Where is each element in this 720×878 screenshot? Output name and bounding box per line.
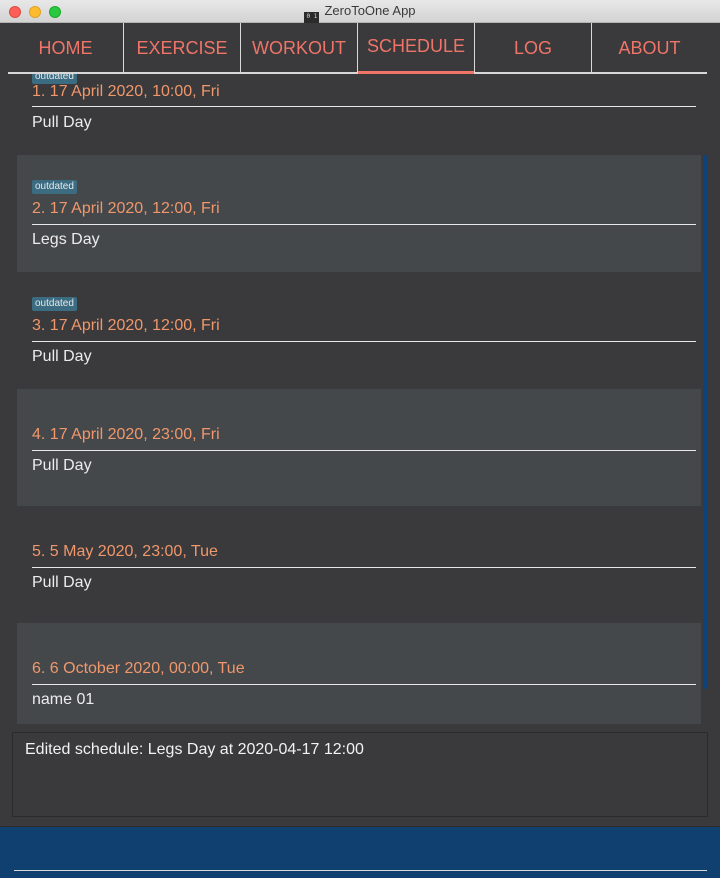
schedule-title: 6. 6 October 2020, 00:00, Tue <box>32 660 245 677</box>
schedule-title: 1. 17 April 2020, 10:00, Fri <box>32 83 220 100</box>
window-title: ZeroToOne App <box>324 3 416 18</box>
tab-exercise[interactable]: EXERCISE <box>123 23 240 72</box>
schedule-title: 4. 17 April 2020, 23:00, Fri <box>32 426 220 443</box>
tab-about[interactable]: ABOUT <box>591 23 707 72</box>
schedule-workout-name: Pull Day <box>32 457 92 474</box>
schedule-card[interactable]: outdated 1. 17 April 2020, 10:00, Fri Pu… <box>17 74 701 155</box>
result-message: Edited schedule: Legs Day at 2020-04-17 … <box>25 741 364 758</box>
outdated-badge: outdated <box>32 297 77 311</box>
command-input[interactable] <box>14 835 707 871</box>
tab-about-label: ABOUT <box>618 38 681 58</box>
outdated-badge: outdated <box>32 180 77 194</box>
title-divider <box>32 450 696 451</box>
app-window: HOME EXERCISE WORKOUT SCHEDULE LOG ABOUT… <box>0 23 720 878</box>
list-scrollbar[interactable] <box>703 155 707 689</box>
schedule-card[interactable]: 4. 17 April 2020, 23:00, Fri Pull Day <box>17 389 701 506</box>
title-bar: 0 1 ZeroToOne App <box>0 0 720 27</box>
title-divider <box>32 567 696 568</box>
schedule-card[interactable]: 6. 6 October 2020, 00:00, Tue name 01 <box>17 623 701 724</box>
schedule-title: 5. 5 May 2020, 23:00, Tue <box>32 543 218 560</box>
tab-workout[interactable]: WORKOUT <box>240 23 357 72</box>
schedule-workout-name: Legs Day <box>32 231 100 248</box>
tab-log-label: LOG <box>513 38 552 58</box>
schedule-title: 2. 17 April 2020, 12:00, Fri <box>32 200 220 217</box>
command-bar <box>0 826 720 878</box>
schedule-list[interactable]: outdated 1. 17 April 2020, 10:00, Fri Pu… <box>17 74 701 724</box>
title-divider <box>32 106 696 107</box>
schedule-card[interactable]: outdated 3. 17 April 2020, 12:00, Fri Pu… <box>17 272 701 389</box>
schedule-workout-name: Pull Day <box>32 348 92 365</box>
tab-home-label: HOME <box>38 38 93 58</box>
schedule-workout-name: Pull Day <box>32 114 92 131</box>
schedule-card[interactable]: outdated 2. 17 April 2020, 12:00, Fri Le… <box>17 155 701 272</box>
tab-bar: HOME EXERCISE WORKOUT SCHEDULE LOG ABOUT <box>8 23 707 74</box>
schedule-title: 3. 17 April 2020, 12:00, Fri <box>32 317 220 334</box>
tab-home[interactable]: HOME <box>8 23 123 72</box>
tab-workout-label: WORKOUT <box>252 38 346 58</box>
schedule-workout-name: name 01 <box>32 691 95 708</box>
tab-schedule-label: SCHEDULE <box>366 36 466 56</box>
tab-exercise-label: EXERCISE <box>136 38 228 58</box>
tab-log[interactable]: LOG <box>474 23 591 72</box>
result-display: Edited schedule: Legs Day at 2020-04-17 … <box>12 732 708 817</box>
title-divider <box>32 684 696 685</box>
tab-schedule[interactable]: SCHEDULE <box>357 23 474 74</box>
title-divider <box>32 224 696 225</box>
title-divider <box>32 341 696 342</box>
schedule-card[interactable]: 5. 5 May 2020, 23:00, Tue Pull Day <box>17 506 701 623</box>
schedule-workout-name: Pull Day <box>32 574 92 591</box>
